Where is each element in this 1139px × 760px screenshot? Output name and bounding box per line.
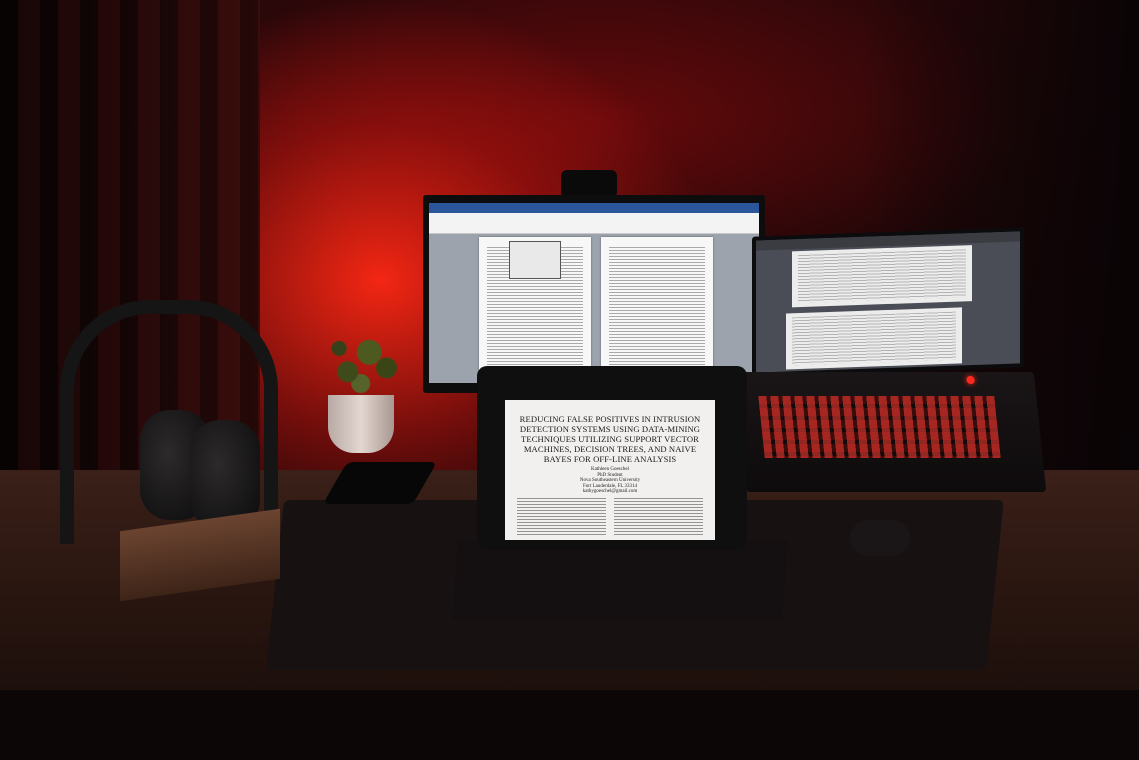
paper-title: REDUCING FALSE POSITIVES IN INTRUSION DE… [515, 414, 705, 464]
text-lines [609, 247, 705, 379]
paper-title-line: MACHINES, DECISION TREES, AND NAIVE [523, 444, 697, 454]
word-title-bar [429, 203, 759, 213]
paper-title-line: BAYES FOR OFF-LINE ANALYSIS [543, 454, 677, 464]
mouse [850, 520, 910, 556]
paper-title-line: TECHNIQUES UTILIZING SUPPORT VECTOR [521, 434, 699, 444]
paper-author-block: Kathleen Goeschel PhD Student Nova South… [505, 467, 715, 495]
power-led [966, 376, 975, 384]
laptop-screen-pdf-viewer [756, 231, 1020, 373]
paper-title-line: REDUCING FALSE POSITIVES IN INTRUSION [519, 414, 701, 424]
webcam [561, 170, 617, 198]
paper-title-line: DETECTION SYSTEMS USING DATA-MINING [519, 424, 701, 434]
word-page-right [601, 237, 713, 383]
monitor [423, 195, 765, 393]
plant-pot [328, 395, 394, 453]
flowchart-diagram [509, 241, 561, 279]
paper-column-left [517, 498, 606, 536]
desk-front-edge [0, 690, 1139, 760]
plant-leaves [322, 325, 408, 403]
author-line: kathygoeschel@gmail.com [582, 489, 638, 495]
tablet-screen-paper: REDUCING FALSE POSITIVES IN INTRUSION DE… [505, 400, 715, 540]
laptop-screen-frame [752, 227, 1024, 377]
pdf-page-bottom [786, 307, 962, 370]
laptop-base [733, 372, 1047, 492]
monitor-screen-word-document [429, 203, 759, 383]
text-lines [798, 249, 966, 304]
paper-body-columns [517, 498, 703, 536]
tablet-stand [452, 540, 788, 620]
paper-column-right [614, 498, 703, 536]
word-ribbon [429, 213, 759, 234]
pdf-page-top [792, 245, 972, 308]
text-lines [792, 311, 956, 366]
desk-setup-photo: REDUCING FALSE POSITIVES IN INTRUSION DE… [0, 0, 1139, 760]
word-page-left [479, 237, 591, 383]
backlit-keyboard [758, 396, 1001, 458]
tablet: REDUCING FALSE POSITIVES IN INTRUSION DE… [477, 366, 747, 550]
